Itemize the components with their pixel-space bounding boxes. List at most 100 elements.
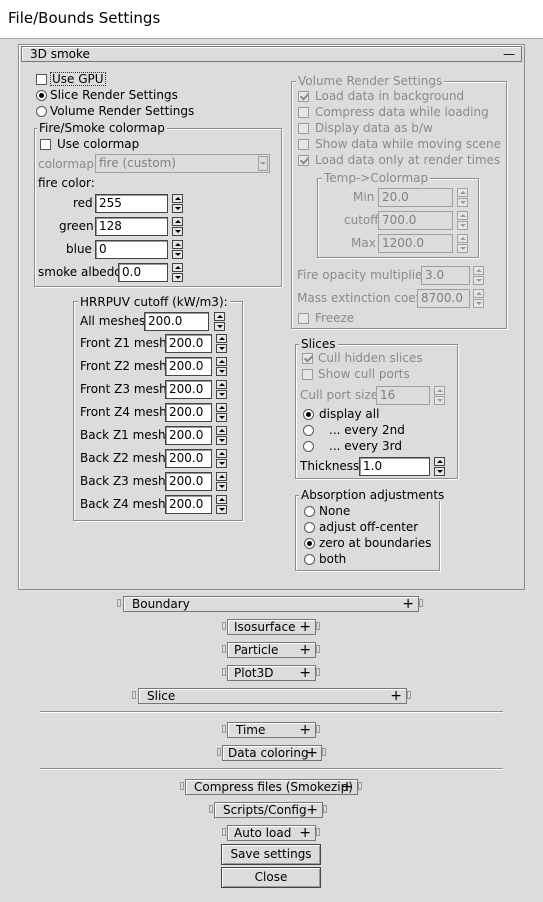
use-gpu-checkbox[interactable] bbox=[36, 74, 47, 85]
min-spinner[interactable] bbox=[457, 188, 468, 207]
green-spinner[interactable] bbox=[172, 217, 183, 236]
hrrpuv-row-label: Back Z1 mesh bbox=[80, 428, 166, 442]
absorption-zero-boundaries-radio[interactable] bbox=[304, 538, 315, 549]
hrrpuv-spinner[interactable] bbox=[216, 403, 227, 422]
plus-icon[interactable]: + bbox=[299, 666, 311, 680]
slice-rollout[interactable]: Slice + bbox=[138, 688, 407, 704]
load-background-checkbox[interactable] bbox=[298, 91, 309, 102]
scripts-config-rollout[interactable]: Scripts/Config + bbox=[214, 802, 323, 818]
slice-render-radio[interactable] bbox=[36, 90, 47, 101]
every-2nd-radio[interactable] bbox=[303, 425, 314, 436]
hrrpuv-input[interactable]: 200.0 bbox=[165, 472, 212, 491]
boundary-rollout[interactable]: Boundary + bbox=[123, 596, 419, 612]
plus-icon[interactable]: + bbox=[299, 723, 311, 737]
volume-render-radio[interactable] bbox=[36, 106, 47, 117]
green-input[interactable]: 128 bbox=[95, 217, 168, 236]
fire-opacity-input[interactable]: 3.0 bbox=[421, 266, 470, 285]
time-rollout[interactable]: Time + bbox=[227, 722, 316, 738]
close-button[interactable]: Close bbox=[221, 867, 321, 888]
mass-extinction-input[interactable]: 8700.0 bbox=[417, 289, 470, 308]
absorption-both-radio[interactable] bbox=[304, 554, 315, 565]
hrrpuv-input[interactable]: 200.0 bbox=[144, 312, 209, 331]
hrrpuv-input[interactable]: 200.0 bbox=[165, 495, 212, 514]
hrrpuv-input[interactable]: 200.0 bbox=[165, 334, 212, 353]
red-spinner[interactable] bbox=[172, 194, 183, 213]
thickness-spinner[interactable] bbox=[434, 457, 445, 476]
particle-rollout[interactable]: Particle + bbox=[227, 642, 316, 658]
blue-input[interactable]: 0 bbox=[95, 240, 168, 259]
hrrpuv-spinner[interactable] bbox=[216, 449, 227, 468]
absorption-none-radio[interactable] bbox=[304, 506, 315, 517]
hrrpuv-spinner[interactable] bbox=[214, 312, 225, 331]
hrrpuv-spinner[interactable] bbox=[216, 472, 227, 491]
fire-opacity-label: Fire opacity multiplier bbox=[297, 268, 428, 282]
absorption-off-center-radio[interactable] bbox=[304, 522, 315, 533]
hrrpuv-input[interactable]: 200.0 bbox=[165, 380, 212, 399]
save-settings-button[interactable]: Save settings bbox=[221, 844, 321, 865]
hrrpuv-spinner[interactable] bbox=[216, 334, 227, 353]
rollout-edge bbox=[323, 805, 327, 813]
plus-icon[interactable]: + bbox=[341, 780, 353, 794]
hrrpuv-spinner[interactable] bbox=[216, 380, 227, 399]
plot3d-rollout[interactable]: Plot3D + bbox=[227, 665, 316, 681]
plus-icon[interactable]: + bbox=[299, 643, 311, 657]
hrrpuv-spinner[interactable] bbox=[216, 357, 227, 376]
thickness-label: Thickness bbox=[300, 459, 360, 473]
fire-opacity-spinner[interactable] bbox=[473, 266, 484, 285]
cutoff-spinner[interactable] bbox=[457, 211, 468, 230]
plus-icon[interactable]: + bbox=[306, 746, 318, 760]
cutoff-input[interactable]: 700.0 bbox=[378, 211, 453, 230]
show-moving-checkbox[interactable] bbox=[298, 139, 309, 150]
every-3rd-radio[interactable] bbox=[303, 441, 314, 452]
use-colormap-checkbox[interactable] bbox=[40, 139, 51, 150]
auto-load-rollout[interactable]: Auto load + bbox=[227, 825, 316, 841]
min-label: Min bbox=[353, 190, 375, 204]
hrrpuv-input[interactable]: 200.0 bbox=[165, 449, 212, 468]
blue-label: blue bbox=[66, 242, 92, 256]
hrrpuv-title: HRRPUV cutoff (kW/m3): bbox=[78, 295, 230, 309]
max-spinner[interactable] bbox=[457, 234, 468, 253]
hrrpuv-spinner[interactable] bbox=[216, 426, 227, 445]
colormap-select[interactable]: fire (custom) bbox=[95, 154, 270, 173]
rollout-edge bbox=[222, 622, 226, 630]
plus-icon[interactable]: + bbox=[299, 620, 311, 634]
blue-spinner[interactable] bbox=[172, 240, 183, 259]
data-coloring-rollout[interactable]: Data coloring + bbox=[222, 745, 322, 761]
use-colormap-label: Use colormap bbox=[57, 137, 140, 151]
compress-files-rollout-title: Compress files (Smokezip) bbox=[194, 780, 353, 794]
load-render-times-checkbox[interactable] bbox=[298, 155, 309, 166]
show-cull-checkbox[interactable] bbox=[302, 369, 313, 380]
plus-icon[interactable]: + bbox=[402, 597, 414, 611]
cull-hidden-checkbox[interactable] bbox=[302, 353, 313, 364]
min-input[interactable]: 20.0 bbox=[378, 188, 453, 207]
red-input[interactable]: 255 bbox=[95, 194, 168, 213]
hrrpuv-input[interactable]: 200.0 bbox=[165, 403, 212, 422]
isosurface-rollout[interactable]: Isosurface + bbox=[227, 619, 316, 635]
hrrpuv-spinner[interactable] bbox=[216, 495, 227, 514]
collapse-icon[interactable]: — bbox=[503, 47, 515, 61]
smoke3d-rollout-header[interactable]: 3D smoke — bbox=[21, 46, 522, 62]
thickness-input[interactable]: 1.0 bbox=[359, 457, 430, 476]
smoke-albedo-spinner[interactable] bbox=[172, 263, 183, 282]
plus-icon[interactable]: + bbox=[390, 689, 402, 703]
display-all-radio[interactable] bbox=[303, 409, 314, 420]
hrrpuv-input[interactable]: 200.0 bbox=[165, 426, 212, 445]
rollout-edge bbox=[222, 828, 226, 836]
smoke-albedo-input[interactable]: 0.0 bbox=[118, 263, 168, 282]
rollout-edge bbox=[222, 668, 226, 676]
compress-files-rollout[interactable]: Compress files (Smokezip) + bbox=[185, 779, 358, 795]
hrrpuv-input[interactable]: 200.0 bbox=[165, 357, 212, 376]
rollout-edge bbox=[117, 599, 121, 607]
freeze-checkbox[interactable] bbox=[298, 313, 309, 324]
max-input[interactable]: 1200.0 bbox=[378, 234, 453, 253]
hrrpuv-row-label: Front Z2 mesh bbox=[80, 359, 167, 373]
cull-port-input[interactable]: 16 bbox=[376, 386, 430, 405]
compress-loading-checkbox[interactable] bbox=[298, 107, 309, 118]
plus-icon[interactable]: + bbox=[299, 826, 311, 840]
hrrpuv-row-label: Front Z4 mesh bbox=[80, 405, 167, 419]
mass-extinction-spinner[interactable] bbox=[473, 289, 484, 308]
display-bw-checkbox[interactable] bbox=[298, 123, 309, 134]
cull-port-spinner[interactable] bbox=[434, 386, 445, 405]
max-label: Max bbox=[351, 236, 376, 250]
plus-icon[interactable]: + bbox=[306, 803, 318, 817]
